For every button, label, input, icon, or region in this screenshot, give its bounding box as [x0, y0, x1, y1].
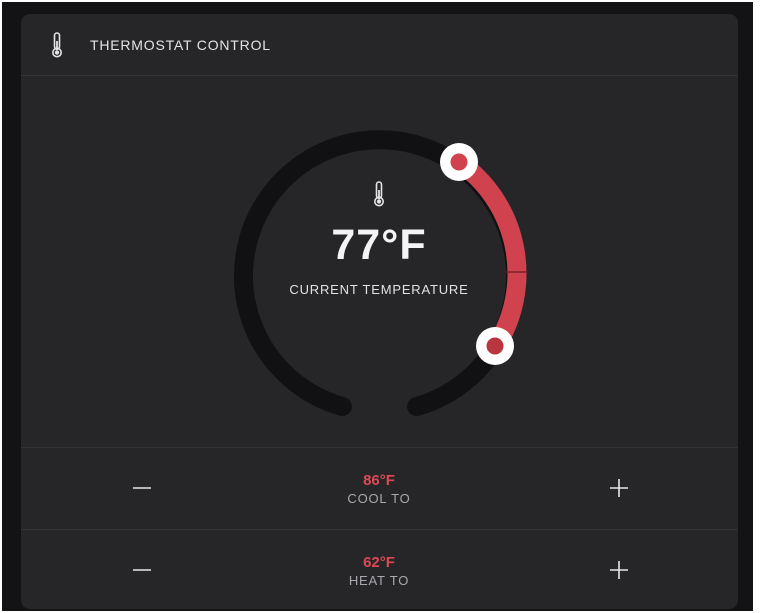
cool-decrease-button[interactable] [122, 468, 162, 508]
cool-handle[interactable] [440, 143, 478, 181]
thermostat-card: THERMOSTAT CONTROL 77°F CURRENT TEMPERAT… [21, 14, 738, 609]
minus-icon [133, 569, 151, 571]
heat-to-label: HEAT TO [348, 573, 410, 588]
thermometer-icon [48, 31, 66, 59]
page-title: THERMOSTAT CONTROL [90, 37, 271, 53]
heat-decrease-button[interactable] [122, 550, 162, 590]
card-header: THERMOSTAT CONTROL [21, 14, 738, 76]
cool-increase-button[interactable] [599, 468, 639, 508]
temperature-dial[interactable]: 77°F CURRENT TEMPERATURE [21, 76, 738, 448]
current-temperature-label: CURRENT TEMPERATURE [289, 282, 469, 297]
cool-to-label: COOL TO [347, 491, 411, 506]
cool-to-row: 86°F COOL TO [21, 447, 738, 529]
thermometer-icon [370, 180, 388, 208]
minus-icon [133, 487, 151, 489]
heat-to-value: 62°F [363, 554, 395, 571]
plus-icon [610, 561, 628, 579]
heat-to-row: 62°F HEAT TO [21, 529, 738, 609]
current-temperature-value: 77°F [331, 221, 427, 269]
heat-increase-button[interactable] [599, 550, 639, 590]
plus-icon [610, 479, 628, 497]
heat-handle[interactable] [476, 327, 514, 365]
cool-to-value: 86°F [363, 472, 395, 489]
